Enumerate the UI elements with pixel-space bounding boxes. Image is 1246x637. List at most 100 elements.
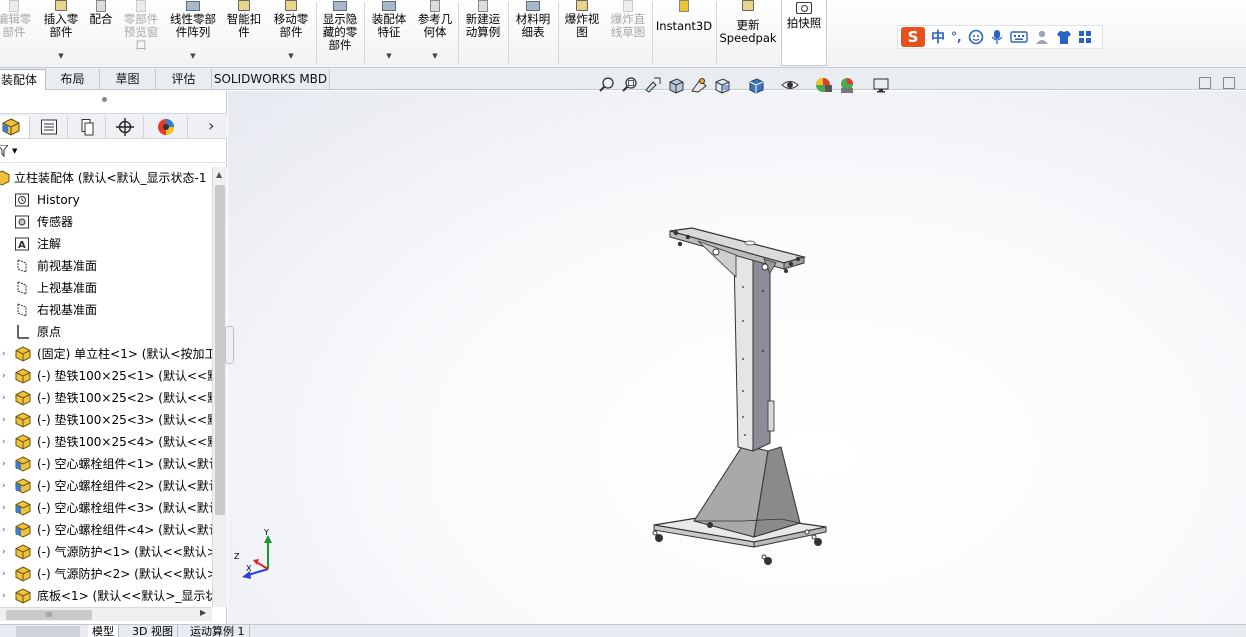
chevron-down-icon[interactable]: ▼ [432, 52, 437, 60]
insert-component-button[interactable]: 插入零 部件 ▼ [40, 0, 82, 66]
ime-toolbar[interactable]: S 中 °, [897, 25, 1103, 49]
scroll-up-arrow-icon[interactable]: ▲ [216, 170, 222, 179]
display-style-icon[interactable] [747, 76, 765, 94]
toolbox-grid-icon[interactable] [1078, 30, 1092, 44]
apply-scene-icon[interactable] [838, 76, 856, 94]
expand-arrow-icon[interactable]: › [2, 409, 6, 431]
scroll-right-arrow-icon[interactable]: ▶ [200, 608, 206, 617]
tab-scroll-arrows[interactable] [16, 626, 80, 637]
expand-arrow-icon[interactable]: › [2, 387, 6, 409]
tree-item[interactable]: 上视基准面 [0, 277, 212, 299]
tree-item[interactable]: › (-) 气源防护<1> (默认<<默认> [0, 541, 212, 563]
tree-item[interactable]: › (-) 空心螺栓组件<2> (默认<默认 [0, 475, 212, 497]
update-speedpak-button[interactable]: 更新 Speedpak [718, 0, 778, 66]
tree-item[interactable]: 传感器 [0, 211, 212, 233]
expand-arrow-icon[interactable]: › [2, 343, 6, 365]
tree-item[interactable]: 原点 [0, 321, 212, 343]
show-hidden-components-button[interactable]: 显示隐 藏的零 部件 [318, 0, 362, 66]
instant3d-button[interactable]: Instant3D [654, 0, 714, 66]
bill-of-materials-button[interactable]: 材料明 细表 [510, 0, 556, 66]
tree-item[interactable]: › (-) 垫铁100×25<1> (默认<<默 [0, 365, 212, 387]
tree-horizontal-scrollbar[interactable]: III ▶ [0, 607, 212, 621]
chevron-down-icon[interactable]: ▼ [58, 52, 63, 60]
view-orientation-icon[interactable] [713, 76, 731, 94]
expand-arrow-icon[interactable]: › [2, 563, 6, 585]
ime-punctuation[interactable]: °, [951, 30, 962, 44]
tree-item[interactable]: › (-) 空心螺栓组件<4> (默认<默认 [0, 519, 212, 541]
filter-dropdown-chevron-icon[interactable]: ▼ [12, 147, 17, 155]
tab-motion-study-1[interactable]: 运动算例 1 [186, 625, 250, 637]
tree-item[interactable]: › 底板<1> (默认<<默认>_显示状 [0, 585, 212, 607]
expand-arrow-icon[interactable]: › [2, 365, 6, 387]
panel-collapse-handle[interactable] [225, 326, 234, 364]
skin-shirt-icon[interactable] [1056, 29, 1072, 45]
emoji-icon[interactable] [968, 29, 984, 45]
panel-tabs-more-chevron-icon[interactable]: › [208, 116, 214, 135]
tree-item[interactable]: History [0, 189, 212, 211]
tree-item[interactable]: › (固定) 单立柱<1> (默认<按加工 [0, 343, 212, 365]
panel-grip-handle[interactable] [102, 97, 107, 102]
hide-show-items-eye-icon[interactable] [781, 76, 799, 94]
tree-filter[interactable]: ▼ [0, 141, 227, 163]
explode-line-sketch-button[interactable]: 爆炸直 线草图 [606, 0, 650, 66]
chevron-down-icon[interactable]: ▼ [288, 52, 293, 60]
tab-layout[interactable]: 布局 [46, 69, 100, 90]
tree-item[interactable]: 右视基准面 [0, 299, 212, 321]
ime-chinese-mode[interactable]: 中 [931, 27, 945, 47]
zoom-to-area-icon[interactable] [621, 76, 639, 94]
smart-fasteners-button[interactable]: 智能扣 件 [222, 0, 266, 66]
zoom-to-fit-icon[interactable] [598, 76, 616, 94]
column-stand-model[interactable] [228, 91, 1246, 624]
expand-arrow-icon[interactable]: › [2, 497, 6, 519]
tree-vertical-scrollbar[interactable]: ▲ [212, 167, 227, 607]
tab-dimxpert-manager[interactable] [106, 116, 144, 138]
tree-item[interactable]: › (-) 空心螺栓组件<3> (默认<默认 [0, 497, 212, 519]
tab-solidworks-mbd[interactable]: SOLIDWORKS MBD [212, 69, 330, 90]
user-icon[interactable] [1034, 29, 1050, 45]
chevron-down-icon[interactable]: ▼ [190, 52, 195, 60]
new-motion-study-button[interactable]: 新建运 动算例 [460, 0, 506, 66]
scrollbar-thumb[interactable] [215, 185, 225, 515]
expand-arrow-icon[interactable]: › [2, 585, 6, 607]
expand-arrow-icon[interactable]: › [2, 475, 6, 497]
tab-evaluate[interactable]: 评估 [156, 69, 212, 90]
linear-pattern-button[interactable]: 线性零部 件阵列 ▼ [166, 0, 220, 66]
expand-arrow-icon[interactable]: › [2, 519, 6, 541]
tab-feature-manager[interactable] [0, 116, 30, 138]
previous-view-icon[interactable] [644, 76, 662, 94]
assembly-features-button[interactable]: 装配体 特征 ▼ [366, 0, 412, 66]
edit-appearance-icon[interactable] [815, 76, 833, 94]
edit-component-button[interactable]: 编辑零 部件 [0, 0, 36, 66]
mate-button[interactable]: 配合 [84, 0, 118, 66]
expand-arrow-icon[interactable]: › [2, 453, 6, 475]
tab-3d-view[interactable]: 3D 视图 [128, 625, 178, 637]
tree-root-assembly[interactable]: 立柱装配体 (默认<默认_显示状态-1 [0, 167, 212, 189]
exploded-view-button[interactable]: 爆炸视 图 [560, 0, 604, 66]
graphics-viewport[interactable]: Y Z X [228, 91, 1246, 624]
tree-item[interactable]: › (-) 垫铁100×25<2> (默认<<默 [0, 387, 212, 409]
tree-item[interactable]: › (-) 垫铁100×25<3> (默认<<默 [0, 409, 212, 431]
tab-model[interactable]: 模型 [88, 625, 119, 637]
component-preview-button[interactable]: 零部件 预览窗 口 [118, 0, 164, 66]
tab-assembly[interactable]: 装配体 [0, 69, 46, 90]
tree-item[interactable]: › (-) 垫铁100×25<4> (默认<<默 [0, 431, 212, 453]
tab-property-manager[interactable] [30, 116, 68, 138]
hscroll-thumb[interactable]: III [6, 610, 92, 620]
tab-display-manager[interactable] [144, 116, 188, 138]
tab-configuration-manager[interactable] [68, 116, 106, 138]
chevron-down-icon[interactable]: ▼ [386, 52, 391, 60]
expand-arrow-icon[interactable]: › [2, 541, 6, 563]
move-component-button[interactable]: 移动零 部件 ▼ [268, 0, 314, 66]
tree-item[interactable]: A 注解 [0, 233, 212, 255]
keyboard-icon[interactable] [1009, 30, 1028, 44]
restore-viewport-icon[interactable] [1199, 77, 1211, 89]
maximize-viewport-icon[interactable] [1223, 77, 1235, 89]
tree-item[interactable]: › (-) 气源防护<2> (默认<<默认> [0, 563, 212, 585]
take-snapshot-button[interactable]: 拍快照 [781, 0, 827, 66]
tab-sketch[interactable]: 草图 [100, 69, 156, 90]
dynamic-annotation-views-icon[interactable] [690, 76, 708, 94]
microphone-icon[interactable] [990, 29, 1004, 45]
view-settings-monitor-icon[interactable] [872, 76, 890, 94]
tree-item[interactable]: 前视基准面 [0, 255, 212, 277]
expand-arrow-icon[interactable]: › [2, 431, 6, 453]
